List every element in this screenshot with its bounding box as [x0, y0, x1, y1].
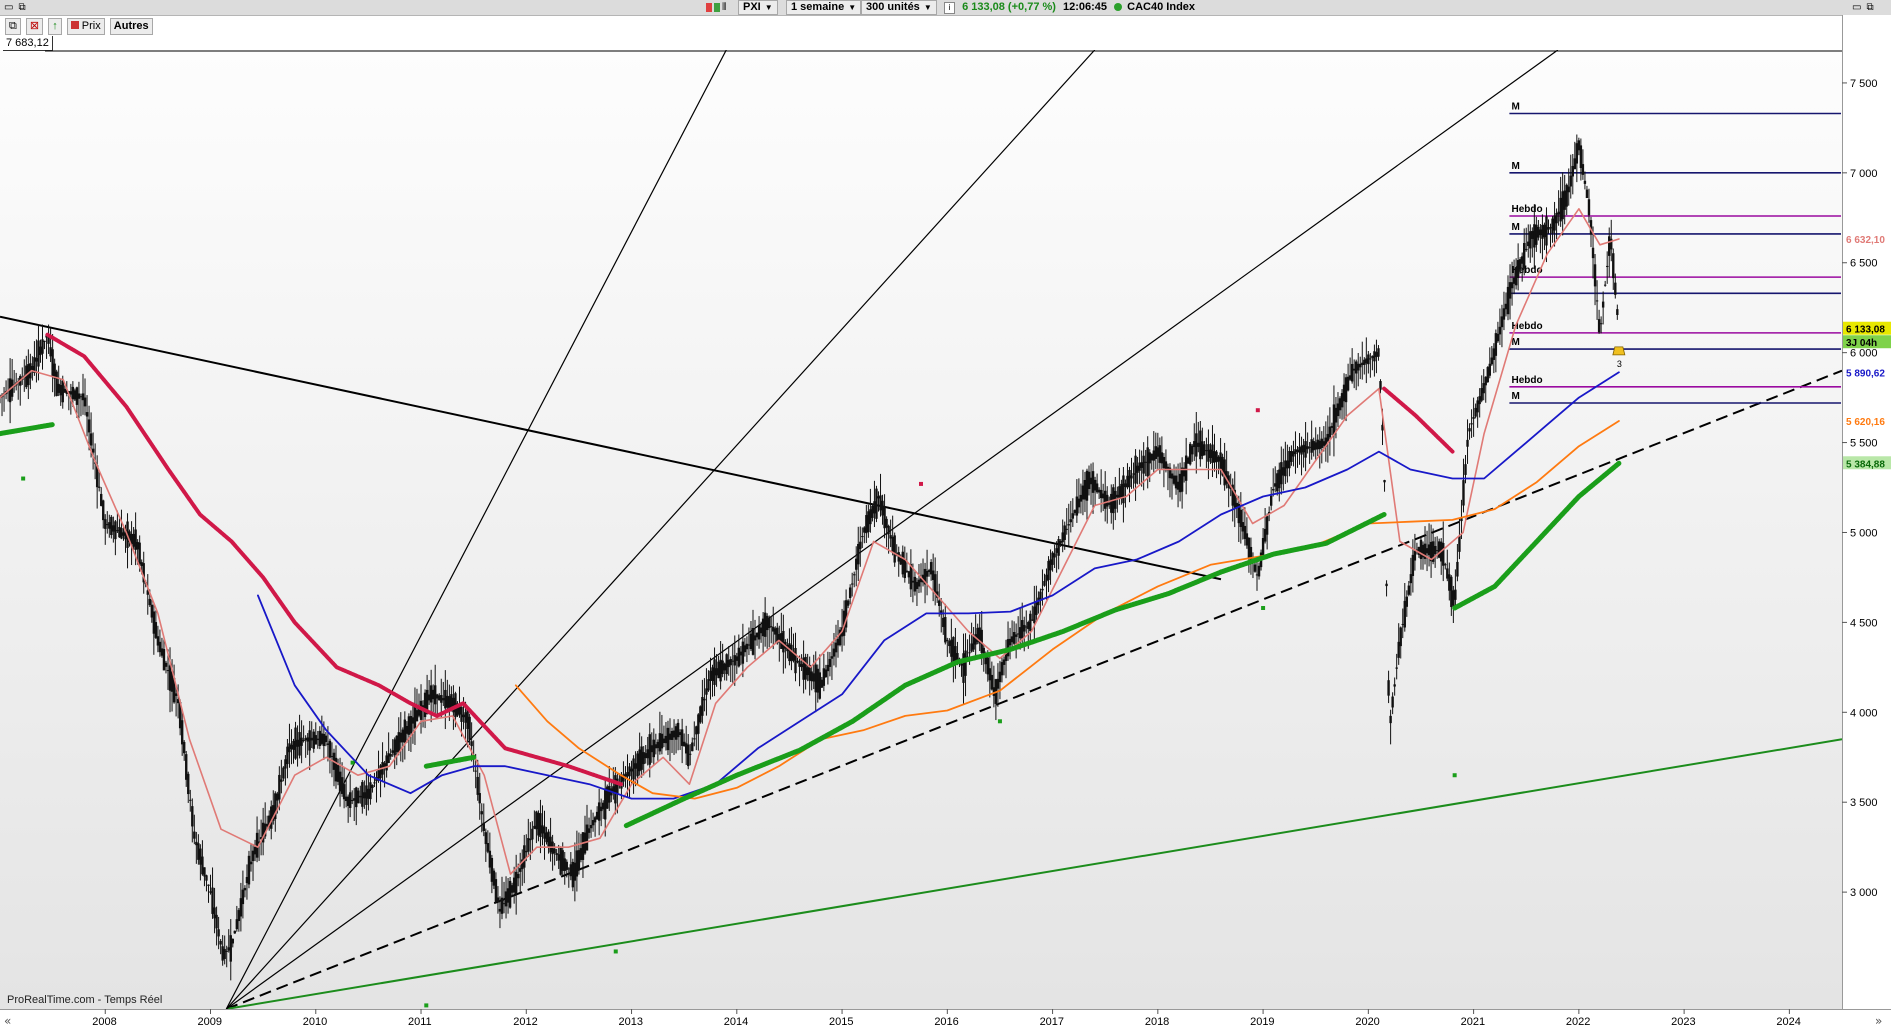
x-tick-label: 2020 — [1355, 1016, 1379, 1028]
y-tick-label: 4 500 — [1850, 617, 1878, 629]
x-tick-label: 2017 — [1040, 1016, 1064, 1028]
y-tick-label: 3 000 — [1850, 887, 1878, 899]
price-tag-label: 5 620,16 — [1846, 417, 1885, 428]
x-tick-label: 2012 — [513, 1016, 537, 1028]
price-tag-label: 6 632,10 — [1846, 235, 1885, 246]
x-tick-label: 2019 — [1250, 1016, 1274, 1028]
x-tick-label: 2014 — [724, 1016, 748, 1028]
x-tick-label: 2015 — [829, 1016, 853, 1028]
x-tick-label: 2008 — [92, 1016, 116, 1028]
y-tick-label: 5 500 — [1850, 438, 1878, 450]
scroll-right-icon[interactable]: » — [1875, 1014, 1882, 1028]
y-tick-label: 7 000 — [1850, 168, 1878, 180]
x-tick-label: 2024 — [1776, 1016, 1800, 1028]
x-tick-label: 2010 — [303, 1016, 327, 1028]
y-tick-label: 7 500 — [1850, 78, 1878, 90]
x-tick-label: 2018 — [1145, 1016, 1169, 1028]
x-tick-label: 2013 — [619, 1016, 643, 1028]
price-tag-label: 5 384,88 — [1846, 459, 1885, 470]
price-tag-label: 6 133,08 — [1846, 325, 1885, 336]
x-tick-label: 2022 — [1566, 1016, 1590, 1028]
y-tick-label: 5 000 — [1850, 527, 1878, 539]
y-tick-label: 6 500 — [1850, 258, 1878, 270]
x-tick-label: 2016 — [934, 1016, 958, 1028]
y-tick-label: 3 500 — [1850, 797, 1878, 809]
scroll-left-icon[interactable]: « — [4, 1014, 11, 1028]
y-tick-label: 6 000 — [1850, 348, 1878, 360]
x-tick-label: 2023 — [1671, 1016, 1695, 1028]
price-tag-label: 3J 04h — [1846, 338, 1877, 349]
y-tick-label: 4 000 — [1850, 707, 1878, 719]
price-tag-label: 5 890,62 — [1846, 368, 1885, 379]
x-tick-label: 2011 — [408, 1016, 432, 1028]
x-tick-label: 2009 — [198, 1016, 222, 1028]
x-tick-label: 2021 — [1461, 1016, 1485, 1028]
axis-overlay: 7 500 7 000 6 500 6 000 5 500 5 000 4 500 4 000… — [4, 50, 1891, 1028]
